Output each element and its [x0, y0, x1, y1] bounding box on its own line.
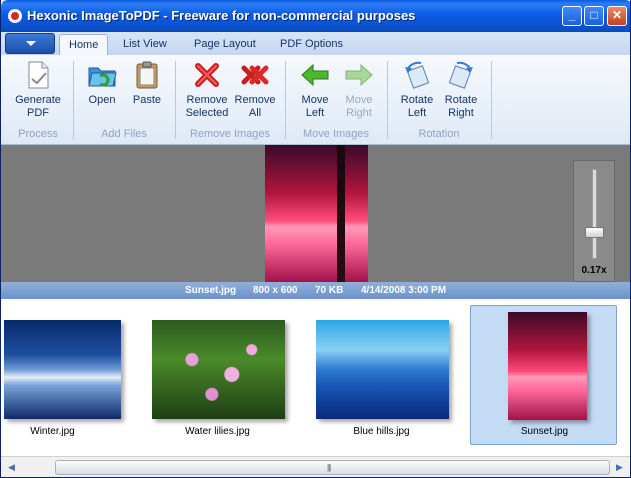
move-left-label-2: Left: [305, 107, 325, 119]
info-size: 70 KB: [315, 285, 344, 296]
tab-list-view[interactable]: List View: [114, 34, 176, 55]
group-process: Generate PDF Process: [5, 55, 71, 144]
thumbnail-image: [316, 320, 449, 419]
arrow-right-icon: [343, 59, 375, 91]
tab-pdf-options[interactable]: PDF Options: [271, 34, 352, 55]
zoom-level: 0.17x: [581, 265, 607, 276]
generate-pdf-label-1: Generate: [15, 94, 61, 106]
move-left-button[interactable]: Move Left: [295, 59, 335, 120]
minimize-button[interactable]: _: [562, 6, 582, 26]
group-label-remove-images: Remove Images: [189, 128, 271, 140]
move-right-button[interactable]: Move Right: [339, 59, 379, 120]
thumbnail-image: [152, 320, 285, 419]
group-label-process: Process: [18, 128, 58, 140]
group-label-add-files: Add Files: [101, 128, 147, 140]
thumbnail-item[interactable]: Winter.jpg: [1, 305, 126, 445]
rotate-left-icon: [401, 59, 433, 91]
group-label-rotation: Rotation: [418, 128, 460, 140]
remove-selected-label-1: Remove: [186, 94, 228, 106]
thumbnail-strip: Winter.jpg Water lilies.jpg Blue hills.j…: [1, 299, 630, 456]
image-info-bar: Sunset.jpg 800 x 600 70 KB 4/14/2008 3:0…: [1, 282, 630, 299]
paste-button[interactable]: Paste: [127, 59, 167, 107]
rotate-right-icon: [445, 59, 477, 91]
scroll-left-arrow-icon[interactable]: ◀: [5, 461, 18, 474]
remove-all-label-2: All: [248, 107, 262, 119]
info-filename: Sunset.jpg: [185, 285, 237, 296]
remove-selected-button[interactable]: Remove Selected: [181, 59, 233, 120]
rotate-right-button[interactable]: Rotate Right: [441, 59, 481, 120]
thumbnail-image: [508, 312, 587, 420]
thumbnail-item[interactable]: Blue hills.jpg: [308, 305, 455, 445]
scrollbar-grip-icon: |||: [327, 463, 331, 472]
info-dimensions: 800 x 600: [253, 285, 298, 296]
generate-pdf-label-2: PDF: [27, 107, 49, 119]
zoom-slider-thumb[interactable]: [585, 227, 604, 238]
group-move-images: Move Left Move Right Move Images: [287, 55, 385, 144]
ribbon-tab-strip: Home List View Page Layout PDF Options: [1, 32, 630, 56]
group-divider: [491, 61, 492, 139]
paste-label: Paste: [132, 94, 162, 106]
window-title: Hexonic ImageToPDF - Freeware for non-co…: [27, 8, 416, 23]
thumbnail-label: Sunset.jpg: [520, 426, 569, 437]
image-preview-area[interactable]: [1, 145, 630, 282]
tab-page-layout[interactable]: Page Layout: [185, 34, 265, 55]
group-divider: [387, 61, 388, 139]
app-logo-icon: [8, 9, 22, 23]
open-label: Open: [88, 94, 116, 106]
open-button[interactable]: Open: [83, 59, 121, 107]
thumbnail-item[interactable]: Water lilies.jpg: [144, 305, 291, 445]
thumbnail-label: Water lilies.jpg: [185, 426, 250, 437]
remove-selected-label-2: Selected: [185, 107, 229, 119]
move-left-label-1: Move: [301, 94, 329, 106]
tab-home[interactable]: Home: [59, 34, 109, 56]
info-date: 4/14/2008 3:00 PM: [361, 285, 447, 296]
scroll-right-arrow-icon[interactable]: ▶: [613, 461, 626, 474]
remove-all-label-1: Remove: [234, 94, 276, 106]
thumbnail-item-selected[interactable]: Sunset.jpg: [470, 305, 617, 445]
group-add-files: Open Paste Add Files: [75, 55, 173, 144]
arrow-left-icon: [299, 59, 331, 91]
rotate-left-label-2: Left: [407, 107, 427, 119]
zoom-slider-track[interactable]: [592, 169, 597, 259]
group-remove-images: Remove Selected Remove All Remove Images: [177, 55, 283, 144]
double-red-x-icon: [239, 59, 271, 91]
close-button[interactable]: ✕: [607, 6, 627, 26]
group-divider: [73, 61, 74, 139]
group-rotation: Rotate Left Rotate Right Rotation: [389, 55, 489, 144]
title-bar[interactable]: Hexonic ImageToPDF - Freeware for non-co…: [1, 0, 630, 32]
generate-pdf-button[interactable]: Generate PDF: [11, 59, 65, 120]
generate-pdf-icon: [22, 59, 54, 91]
move-right-label-2: Right: [346, 107, 372, 119]
clipboard-icon: [131, 59, 163, 91]
move-right-label-1: Move: [345, 94, 373, 106]
group-label-move-images: Move Images: [302, 128, 370, 140]
thumbnail-label: Blue hills.jpg: [353, 426, 410, 437]
thumbnail-image: [4, 320, 121, 419]
rotate-left-button[interactable]: Rotate Left: [397, 59, 437, 120]
horizontal-scrollbar[interactable]: ◀ ||| ▶: [1, 456, 630, 477]
application-menu-button[interactable]: [5, 33, 55, 54]
scrollbar-thumb[interactable]: |||: [55, 460, 610, 475]
group-divider: [285, 61, 286, 139]
maximize-button[interactable]: □: [584, 6, 604, 26]
app-window: Hexonic ImageToPDF - Freeware for non-co…: [0, 0, 631, 478]
rotate-right-label-1: Rotate: [444, 94, 478, 106]
red-x-icon: [191, 59, 223, 91]
zoom-control[interactable]: 0.17x: [573, 160, 615, 282]
preview-image: [265, 145, 368, 282]
ribbon: Generate PDF Process Open Paste Add File…: [1, 55, 630, 145]
group-divider: [175, 61, 176, 139]
rotate-left-label-1: Rotate: [400, 94, 434, 106]
remove-all-button[interactable]: Remove All: [233, 59, 277, 120]
rotate-right-label-2: Right: [448, 107, 474, 119]
thumbnail-label: Winter.jpg: [30, 426, 75, 437]
folder-open-icon: [86, 59, 118, 91]
